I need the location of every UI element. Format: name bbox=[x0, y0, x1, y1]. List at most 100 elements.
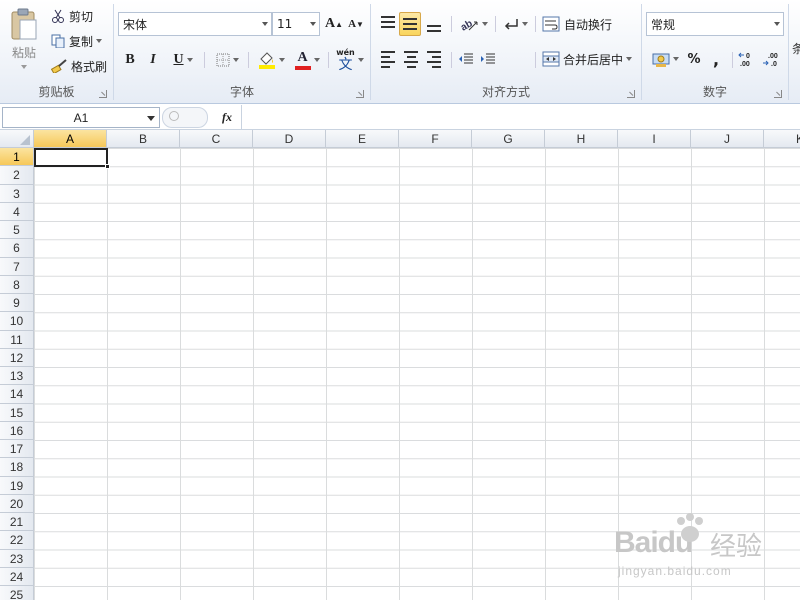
row-header[interactable]: 21 bbox=[0, 513, 34, 532]
borders-dropdown-icon[interactable] bbox=[232, 58, 239, 62]
row-header[interactable]: 23 bbox=[0, 549, 34, 568]
select-all-corner[interactable] bbox=[0, 130, 34, 148]
phonetic-guide-button[interactable]: wén 文 bbox=[332, 46, 368, 74]
underline-button[interactable]: U bbox=[166, 49, 200, 71]
copy-button[interactable]: 复制 bbox=[50, 31, 110, 51]
text-direction-button[interactable] bbox=[499, 12, 531, 36]
row-header[interactable]: 5 bbox=[0, 221, 34, 240]
row-header[interactable]: 22 bbox=[0, 531, 34, 550]
clipboard-group-label: 剪贴板 bbox=[38, 85, 75, 99]
svg-text:.00: .00 bbox=[768, 53, 778, 60]
column-header[interactable]: E bbox=[326, 130, 399, 148]
merge-center-button[interactable]: 合并后居中 bbox=[541, 47, 637, 71]
paste-dropdown-icon[interactable] bbox=[21, 65, 27, 69]
column-header[interactable]: K bbox=[764, 130, 800, 148]
wrap-text-button[interactable]: 自动换行 bbox=[541, 12, 637, 36]
middle-align-button[interactable] bbox=[399, 12, 421, 36]
cancel-entry-icon[interactable] bbox=[169, 111, 179, 121]
italic-button[interactable]: I bbox=[143, 49, 163, 71]
row-header[interactable]: 2 bbox=[0, 166, 34, 185]
row-header[interactable]: 19 bbox=[0, 476, 34, 495]
row-header[interactable]: 20 bbox=[0, 494, 34, 513]
row-header[interactable]: 16 bbox=[0, 421, 34, 440]
name-box[interactable]: A1 bbox=[2, 107, 160, 128]
row-header[interactable]: 6 bbox=[0, 239, 34, 258]
row-header[interactable]: 15 bbox=[0, 403, 34, 422]
text-direction-dropdown-icon[interactable] bbox=[521, 22, 528, 26]
row-header[interactable]: 11 bbox=[0, 330, 34, 349]
row-header[interactable]: 25 bbox=[0, 586, 34, 600]
column-header[interactable]: J bbox=[691, 130, 764, 148]
active-cell-a1[interactable] bbox=[34, 148, 110, 169]
decrease-decimal-button[interactable]: .00.0 bbox=[760, 47, 784, 71]
fill-color-button[interactable] bbox=[254, 48, 288, 72]
font-name-dropdown-icon[interactable] bbox=[262, 22, 268, 26]
column-header[interactable]: H bbox=[545, 130, 618, 148]
merge-center-dropdown-icon[interactable] bbox=[626, 57, 633, 61]
decrease-indent-button[interactable] bbox=[455, 47, 477, 71]
font-color-dropdown-icon[interactable] bbox=[313, 58, 320, 62]
column-header[interactable]: F bbox=[399, 130, 472, 148]
column-header[interactable]: G bbox=[472, 130, 545, 148]
borders-button[interactable] bbox=[210, 49, 244, 71]
row-header[interactable]: 12 bbox=[0, 348, 34, 367]
row-header[interactable]: 9 bbox=[0, 294, 34, 313]
align-left-button[interactable] bbox=[377, 47, 399, 71]
increase-indent-button[interactable] bbox=[477, 47, 499, 71]
column-header[interactable]: D bbox=[253, 130, 326, 148]
orientation-dropdown-icon[interactable] bbox=[481, 22, 488, 26]
shrink-font-button[interactable]: A ▼ bbox=[346, 14, 366, 34]
row-header[interactable]: 18 bbox=[0, 458, 34, 477]
font-size-combobox[interactable]: 11 bbox=[272, 12, 320, 36]
bold-button[interactable]: B bbox=[120, 49, 140, 71]
paste-button[interactable]: 粘贴 bbox=[4, 2, 44, 74]
number-format-combobox[interactable]: 常规 bbox=[646, 12, 784, 36]
row-header[interactable]: 7 bbox=[0, 257, 34, 276]
row-header[interactable]: 4 bbox=[0, 202, 34, 221]
name-box-dropdown-icon[interactable] bbox=[147, 116, 155, 121]
font-size-dropdown-icon[interactable] bbox=[310, 22, 316, 26]
clipboard-launcher-icon[interactable] bbox=[99, 90, 107, 98]
format-painter-button[interactable]: 格式刷 bbox=[50, 56, 110, 76]
orientation-button[interactable]: ab bbox=[455, 12, 491, 36]
copy-dropdown-icon[interactable] bbox=[96, 39, 103, 43]
percent-style-button[interactable]: % bbox=[684, 47, 704, 71]
number-format-dropdown-icon[interactable] bbox=[774, 22, 780, 26]
increase-decimal-button[interactable]: 0.00 bbox=[736, 47, 760, 71]
top-align-button[interactable] bbox=[377, 12, 399, 34]
select-all-triangle-icon bbox=[20, 135, 30, 145]
fill-handle[interactable] bbox=[105, 164, 110, 169]
row-header[interactable]: 14 bbox=[0, 385, 34, 404]
number-launcher-icon[interactable] bbox=[774, 90, 782, 98]
formula-input[interactable] bbox=[242, 106, 800, 129]
row-header[interactable]: 1 bbox=[0, 148, 34, 167]
align-right-button[interactable] bbox=[423, 47, 445, 71]
insert-function-button[interactable]: fx bbox=[214, 107, 240, 128]
fill-color-dropdown-icon[interactable] bbox=[278, 58, 285, 62]
row-header[interactable]: 13 bbox=[0, 367, 34, 386]
grow-font-button[interactable]: A ▲ bbox=[324, 14, 344, 34]
column-header[interactable]: C bbox=[180, 130, 253, 148]
column-header[interactable]: A bbox=[34, 130, 107, 148]
font-group: 宋体 11 A ▲ A ▼ B I U A wén 文 字体 bbox=[114, 0, 370, 104]
column-header[interactable]: I bbox=[618, 130, 691, 148]
row-header[interactable]: 24 bbox=[0, 567, 34, 586]
accounting-format-button[interactable] bbox=[648, 47, 682, 71]
font-color-button[interactable]: A bbox=[290, 48, 324, 72]
align-center-button[interactable] bbox=[400, 47, 422, 71]
font-name-combobox[interactable]: 宋体 bbox=[118, 12, 272, 36]
phonetic-dropdown-icon[interactable] bbox=[357, 58, 364, 62]
row-header[interactable]: 8 bbox=[0, 275, 34, 294]
comma-style-button[interactable]: , bbox=[706, 47, 726, 71]
row-header[interactable]: 3 bbox=[0, 184, 34, 203]
alignment-launcher-icon[interactable] bbox=[627, 90, 635, 98]
column-header[interactable]: B bbox=[107, 130, 180, 148]
font-launcher-icon[interactable] bbox=[356, 90, 364, 98]
cut-button[interactable]: 剪切 bbox=[50, 6, 110, 26]
row-header[interactable]: 17 bbox=[0, 440, 34, 459]
accounting-dropdown-icon[interactable] bbox=[672, 57, 679, 61]
row-header[interactable]: 10 bbox=[0, 312, 34, 331]
underline-dropdown-icon[interactable] bbox=[186, 58, 193, 62]
group-divider bbox=[788, 4, 789, 100]
bottom-align-button[interactable] bbox=[423, 12, 445, 36]
